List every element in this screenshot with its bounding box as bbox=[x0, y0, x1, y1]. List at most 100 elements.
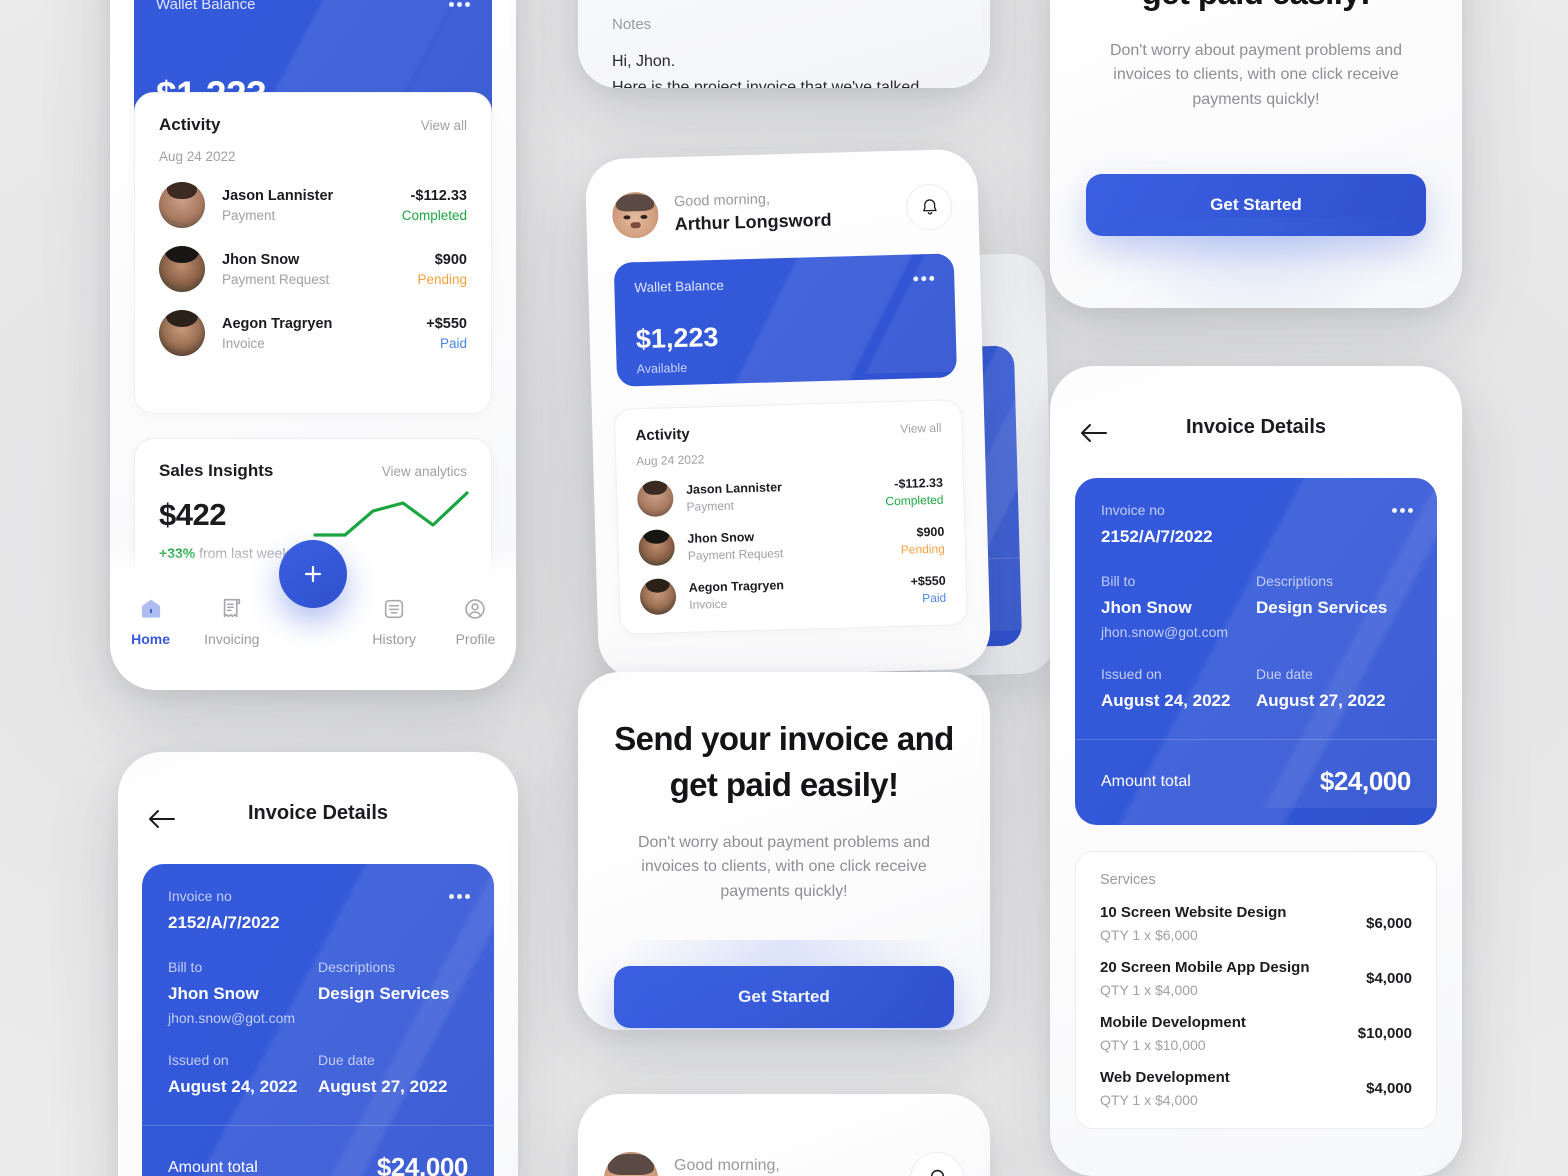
insights-title: Sales Insights bbox=[159, 461, 274, 480]
notifications-button[interactable] bbox=[910, 1152, 964, 1176]
phone-invoice-details-right: Invoice Details Invoice no 2152/A/7/2022… bbox=[1050, 366, 1462, 1176]
bill-to-email: jhon.snow@got.com bbox=[1101, 624, 1229, 640]
service-qty: QTY 1 x $6,000 bbox=[1100, 927, 1198, 943]
service-name: 20 Screen Mobile App Design bbox=[1100, 959, 1310, 976]
service-price: $6,000 bbox=[1366, 915, 1412, 932]
plus-icon bbox=[304, 565, 322, 583]
view-analytics-link[interactable]: View analytics bbox=[382, 464, 467, 479]
bill-to-name: Jhon Snow bbox=[168, 984, 259, 1003]
due-date-value: August 27, 2022 bbox=[318, 1077, 448, 1096]
activity-type: Payment Request bbox=[687, 545, 784, 563]
cta-title-line-1: Send your invoice and bbox=[614, 720, 954, 757]
cta-title: Send your invoice and get paid easily! bbox=[614, 716, 954, 807]
avatar bbox=[159, 310, 205, 356]
activity-amount: +$550 bbox=[910, 573, 946, 589]
wallet-balance-card[interactable]: Wallet Balance $1,223 Available bbox=[613, 253, 958, 387]
bill-to-email: jhon.snow@got.com bbox=[168, 1010, 296, 1026]
more-dots-icon[interactable] bbox=[449, 2, 470, 7]
activity-amount: -$112.33 bbox=[894, 475, 944, 491]
issued-on-label: Issued on bbox=[1101, 666, 1162, 682]
status-badge: Completed bbox=[885, 492, 944, 508]
avatar bbox=[159, 246, 205, 292]
cta-title-line-2: get paid easily! bbox=[1142, 0, 1371, 11]
issued-on-value: August 24, 2022 bbox=[1101, 691, 1231, 710]
tab-home[interactable]: Home bbox=[110, 596, 191, 647]
bill-to-name: Jhon Snow bbox=[1101, 598, 1192, 617]
phone-home-screen: Wallet Balance $1,223 Available Activity… bbox=[110, 0, 516, 690]
activity-row[interactable]: Aegon Tragryen Invoice +$550 Paid bbox=[639, 571, 947, 616]
invoice-summary-card: Invoice no 2152/A/7/2022 Bill to Jhon Sn… bbox=[142, 864, 494, 1176]
activity-name: Aegon Tragryen bbox=[222, 315, 333, 332]
invoice-no-label: Invoice no bbox=[168, 888, 232, 904]
page-title: Invoice Details bbox=[1185, 416, 1327, 438]
greeting-name: Arthur Longsword bbox=[674, 209, 832, 234]
invoice-header: Invoice Details bbox=[118, 752, 518, 864]
phone-cta-right: Send your invoice and get paid easily! D… bbox=[1050, 0, 1462, 308]
activity-row[interactable]: Aegon Tragryen Invoice +$550 Paid bbox=[159, 310, 467, 356]
avatar[interactable] bbox=[611, 191, 660, 239]
more-dots-icon[interactable] bbox=[913, 275, 935, 282]
activity-view-all-link[interactable]: View all bbox=[900, 421, 942, 436]
activity-name: Jason Lannister bbox=[685, 479, 783, 497]
phone-invoice-details-left: Invoice Details Invoice no 2152/A/7/2022… bbox=[118, 752, 518, 1176]
activity-row[interactable]: Jason Lannister Payment -$112.33 Complet… bbox=[636, 473, 944, 518]
notes-line-2: Here is the project invoice that we've t… bbox=[612, 78, 920, 88]
activity-name: Jhon Snow bbox=[222, 251, 300, 268]
notifications-button[interactable] bbox=[905, 183, 953, 231]
tab-home-label: Home bbox=[131, 631, 171, 647]
issued-on-label: Issued on bbox=[168, 1052, 229, 1068]
invoice-header: Invoice Details bbox=[1050, 366, 1462, 478]
activity-date: Aug 24 2022 bbox=[636, 452, 705, 469]
service-name: 10 Screen Website Design bbox=[1100, 904, 1287, 921]
due-date-value: August 27, 2022 bbox=[1256, 691, 1386, 710]
status-badge: Pending bbox=[417, 271, 467, 287]
avatar[interactable] bbox=[604, 1152, 658, 1176]
cta-body: Don't worry about payment problems and i… bbox=[637, 834, 931, 900]
activity-row[interactable]: Jhon Snow Payment Request $900 Pending bbox=[159, 246, 467, 292]
receipt-icon bbox=[223, 598, 240, 618]
service-row: 10 Screen Website Design QTY 1 x $6,000 … bbox=[1100, 904, 1412, 943]
get-started-button[interactable]: Get Started bbox=[1086, 174, 1426, 236]
notes-label: Notes bbox=[612, 16, 652, 33]
bell-icon bbox=[922, 198, 937, 214]
phone-notes-card: Notes Hi, Jhon. Here is the project invo… bbox=[578, 0, 990, 88]
services-card: Services 10 Screen Website Design QTY 1 … bbox=[1075, 851, 1437, 1129]
activity-view-all-link[interactable]: View all bbox=[421, 118, 467, 133]
get-started-button[interactable]: Get Started bbox=[614, 966, 954, 1028]
activity-row[interactable]: Jhon Snow Payment Request $900 Pending bbox=[638, 522, 945, 567]
insights-header: Sales Insights View analytics bbox=[159, 461, 467, 481]
activity-type: Payment Request bbox=[222, 271, 330, 287]
more-dots-icon[interactable] bbox=[449, 894, 470, 899]
service-name: Mobile Development bbox=[1100, 1014, 1246, 1031]
bill-to-label: Bill to bbox=[1101, 573, 1136, 589]
activity-name: Jason Lannister bbox=[222, 187, 334, 204]
descriptions-value: Design Services bbox=[318, 984, 450, 1003]
sales-sparkline-chart bbox=[313, 491, 469, 537]
status-badge: Completed bbox=[401, 207, 467, 223]
activity-type: Payment bbox=[222, 207, 276, 223]
phone-cta-center: Send your invoice and get paid easily! D… bbox=[578, 672, 990, 1030]
activity-date: Aug 24 2022 bbox=[159, 149, 236, 164]
status-badge: Paid bbox=[439, 335, 467, 351]
activity-row[interactable]: Jason Lannister Payment -$112.33 Complet… bbox=[159, 182, 467, 228]
avatar bbox=[636, 480, 674, 518]
cta-title-line-2: get paid easily! bbox=[669, 765, 899, 803]
more-dots-icon[interactable] bbox=[1392, 508, 1413, 513]
add-invoice-fab-button[interactable] bbox=[279, 540, 347, 608]
tab-profile-label: Profile bbox=[455, 631, 496, 647]
service-row: Web Development QTY 1 x $4,000 $4,000 bbox=[1100, 1069, 1412, 1108]
avatar bbox=[638, 529, 676, 567]
status-badge: Paid bbox=[921, 590, 947, 605]
service-row: Mobile Development QTY 1 x $10,000 $10,0… bbox=[1100, 1014, 1412, 1053]
tab-invoicing[interactable]: Invoicing bbox=[191, 596, 272, 647]
service-qty: QTY 1 x $4,000 bbox=[1100, 1092, 1198, 1108]
history-icon bbox=[385, 599, 404, 619]
bell-icon bbox=[930, 1169, 944, 1176]
activity-amount: $900 bbox=[916, 524, 945, 539]
activity-type: Invoice bbox=[222, 335, 265, 351]
tab-profile[interactable]: Profile bbox=[435, 596, 516, 647]
greeting-salutation: Good morning, bbox=[674, 1156, 780, 1174]
service-qty: QTY 1 x $4,000 bbox=[1100, 982, 1198, 998]
tab-history[interactable]: History bbox=[354, 596, 435, 647]
amount-total-value: $24,000 bbox=[1319, 766, 1412, 796]
